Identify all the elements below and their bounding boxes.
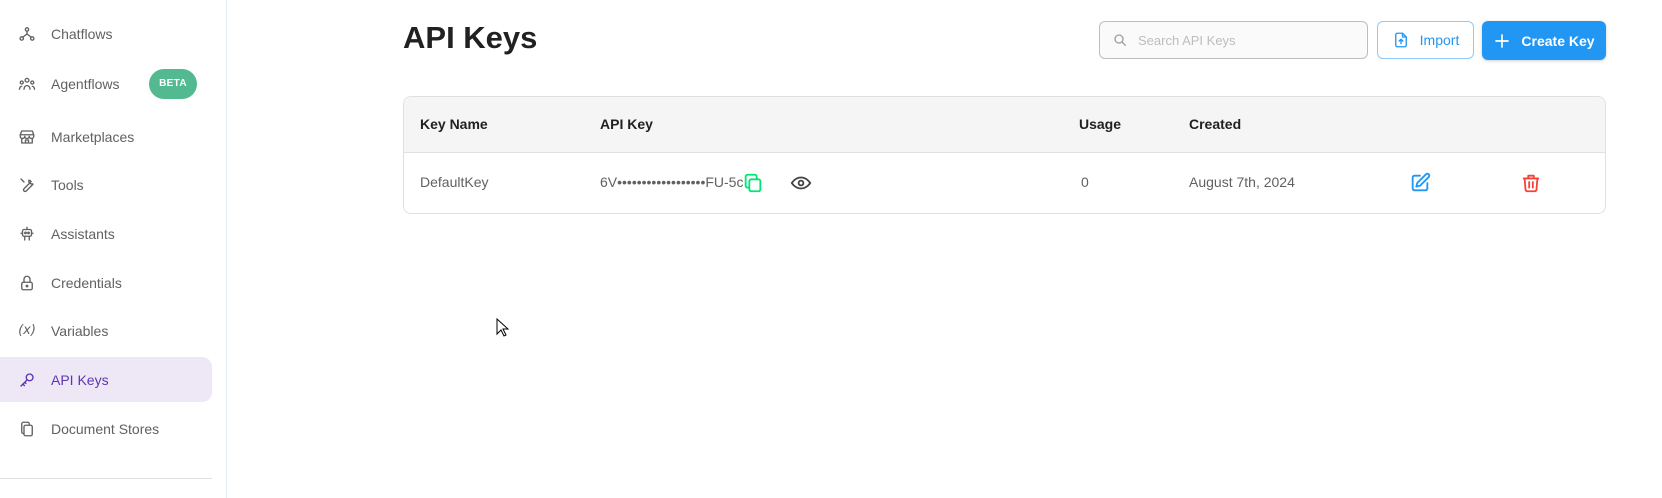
sidebar-item-label: Variables bbox=[51, 322, 109, 339]
column-header-created: Created bbox=[1189, 116, 1242, 132]
mouse-cursor-icon bbox=[496, 318, 510, 337]
create-key-button[interactable]: Create Key bbox=[1482, 21, 1606, 60]
sidebar-item-variables[interactable]: (x) Variables bbox=[0, 308, 212, 353]
sidebar-item-label: Credentials bbox=[51, 274, 122, 291]
table-row: DefaultKey 6V••••••••••••••••••FU-5c 0 A… bbox=[404, 152, 1605, 213]
sidebar-item-api-keys[interactable]: API Keys bbox=[0, 357, 212, 402]
show-key-button[interactable] bbox=[788, 170, 814, 196]
sidebar-item-credentials[interactable]: Credentials bbox=[0, 260, 212, 305]
edit-icon bbox=[1411, 172, 1431, 192]
files-icon bbox=[17, 419, 37, 439]
lock-icon bbox=[17, 273, 37, 293]
sidebar: Chatflows Agentflows BETA Marketplaces T… bbox=[0, 0, 227, 498]
page-title: API Keys bbox=[403, 20, 538, 55]
sidebar-item-label: Document Stores bbox=[51, 420, 160, 437]
chatflows-icon bbox=[17, 24, 37, 44]
sidebar-item-label: Agentflows bbox=[51, 75, 120, 92]
sidebar-item-chatflows[interactable]: Chatflows bbox=[0, 11, 212, 56]
column-header-usage: Usage bbox=[1079, 116, 1122, 132]
tool-icon bbox=[17, 175, 37, 195]
eye-icon bbox=[790, 176, 812, 190]
sidebar-item-tools[interactable]: Tools bbox=[0, 162, 212, 207]
search-box[interactable] bbox=[1099, 21, 1368, 59]
import-button-label: Import bbox=[1419, 32, 1460, 48]
sidebar-item-agentflows[interactable]: Agentflows BETA bbox=[0, 61, 212, 106]
created-cell: August 7th, 2024 bbox=[1189, 174, 1295, 190]
robot-icon bbox=[17, 224, 37, 244]
usage-cell: 0 bbox=[1081, 174, 1089, 190]
plus-icon bbox=[1495, 33, 1510, 48]
search-input[interactable] bbox=[1136, 31, 1360, 49]
sidebar-divider bbox=[0, 478, 212, 479]
edit-key-button[interactable] bbox=[1407, 170, 1433, 196]
table-header: Key Name API Key Usage Created bbox=[404, 97, 1605, 153]
sidebar-item-label: Marketplaces bbox=[51, 128, 135, 145]
create-key-button-label: Create Key bbox=[1521, 32, 1595, 49]
trash-icon bbox=[1522, 174, 1540, 193]
beta-badge: BETA bbox=[149, 68, 197, 99]
copy-key-button[interactable] bbox=[740, 170, 766, 196]
agentflows-icon bbox=[17, 74, 37, 94]
api-key-masked: 6V••••••••••••••••••FU-5c bbox=[600, 174, 744, 190]
api-keys-table: Key Name API Key Usage Created DefaultKe… bbox=[403, 96, 1606, 214]
sidebar-item-marketplaces[interactable]: Marketplaces bbox=[0, 114, 212, 159]
sidebar-item-label: Tools bbox=[51, 176, 84, 193]
marketplace-icon bbox=[17, 127, 37, 147]
sidebar-item-label: Assistants bbox=[51, 225, 115, 242]
sidebar-item-assistants[interactable]: Assistants bbox=[0, 211, 212, 256]
variable-icon: (x) bbox=[18, 323, 36, 338]
key-name-cell: DefaultKey bbox=[420, 174, 489, 190]
copy-icon bbox=[744, 173, 762, 193]
column-header-api-key: API Key bbox=[600, 116, 653, 132]
sidebar-item-label: Chatflows bbox=[51, 25, 113, 42]
search-icon bbox=[1114, 34, 1126, 46]
import-button[interactable]: Import bbox=[1377, 21, 1474, 59]
file-upload-icon bbox=[1394, 32, 1407, 48]
sidebar-item-label: API Keys bbox=[51, 371, 109, 388]
column-header-key-name: Key Name bbox=[420, 116, 488, 132]
key-icon bbox=[17, 370, 37, 390]
sidebar-item-document-stores[interactable]: Document Stores bbox=[0, 406, 212, 451]
delete-key-button[interactable] bbox=[1518, 170, 1544, 196]
